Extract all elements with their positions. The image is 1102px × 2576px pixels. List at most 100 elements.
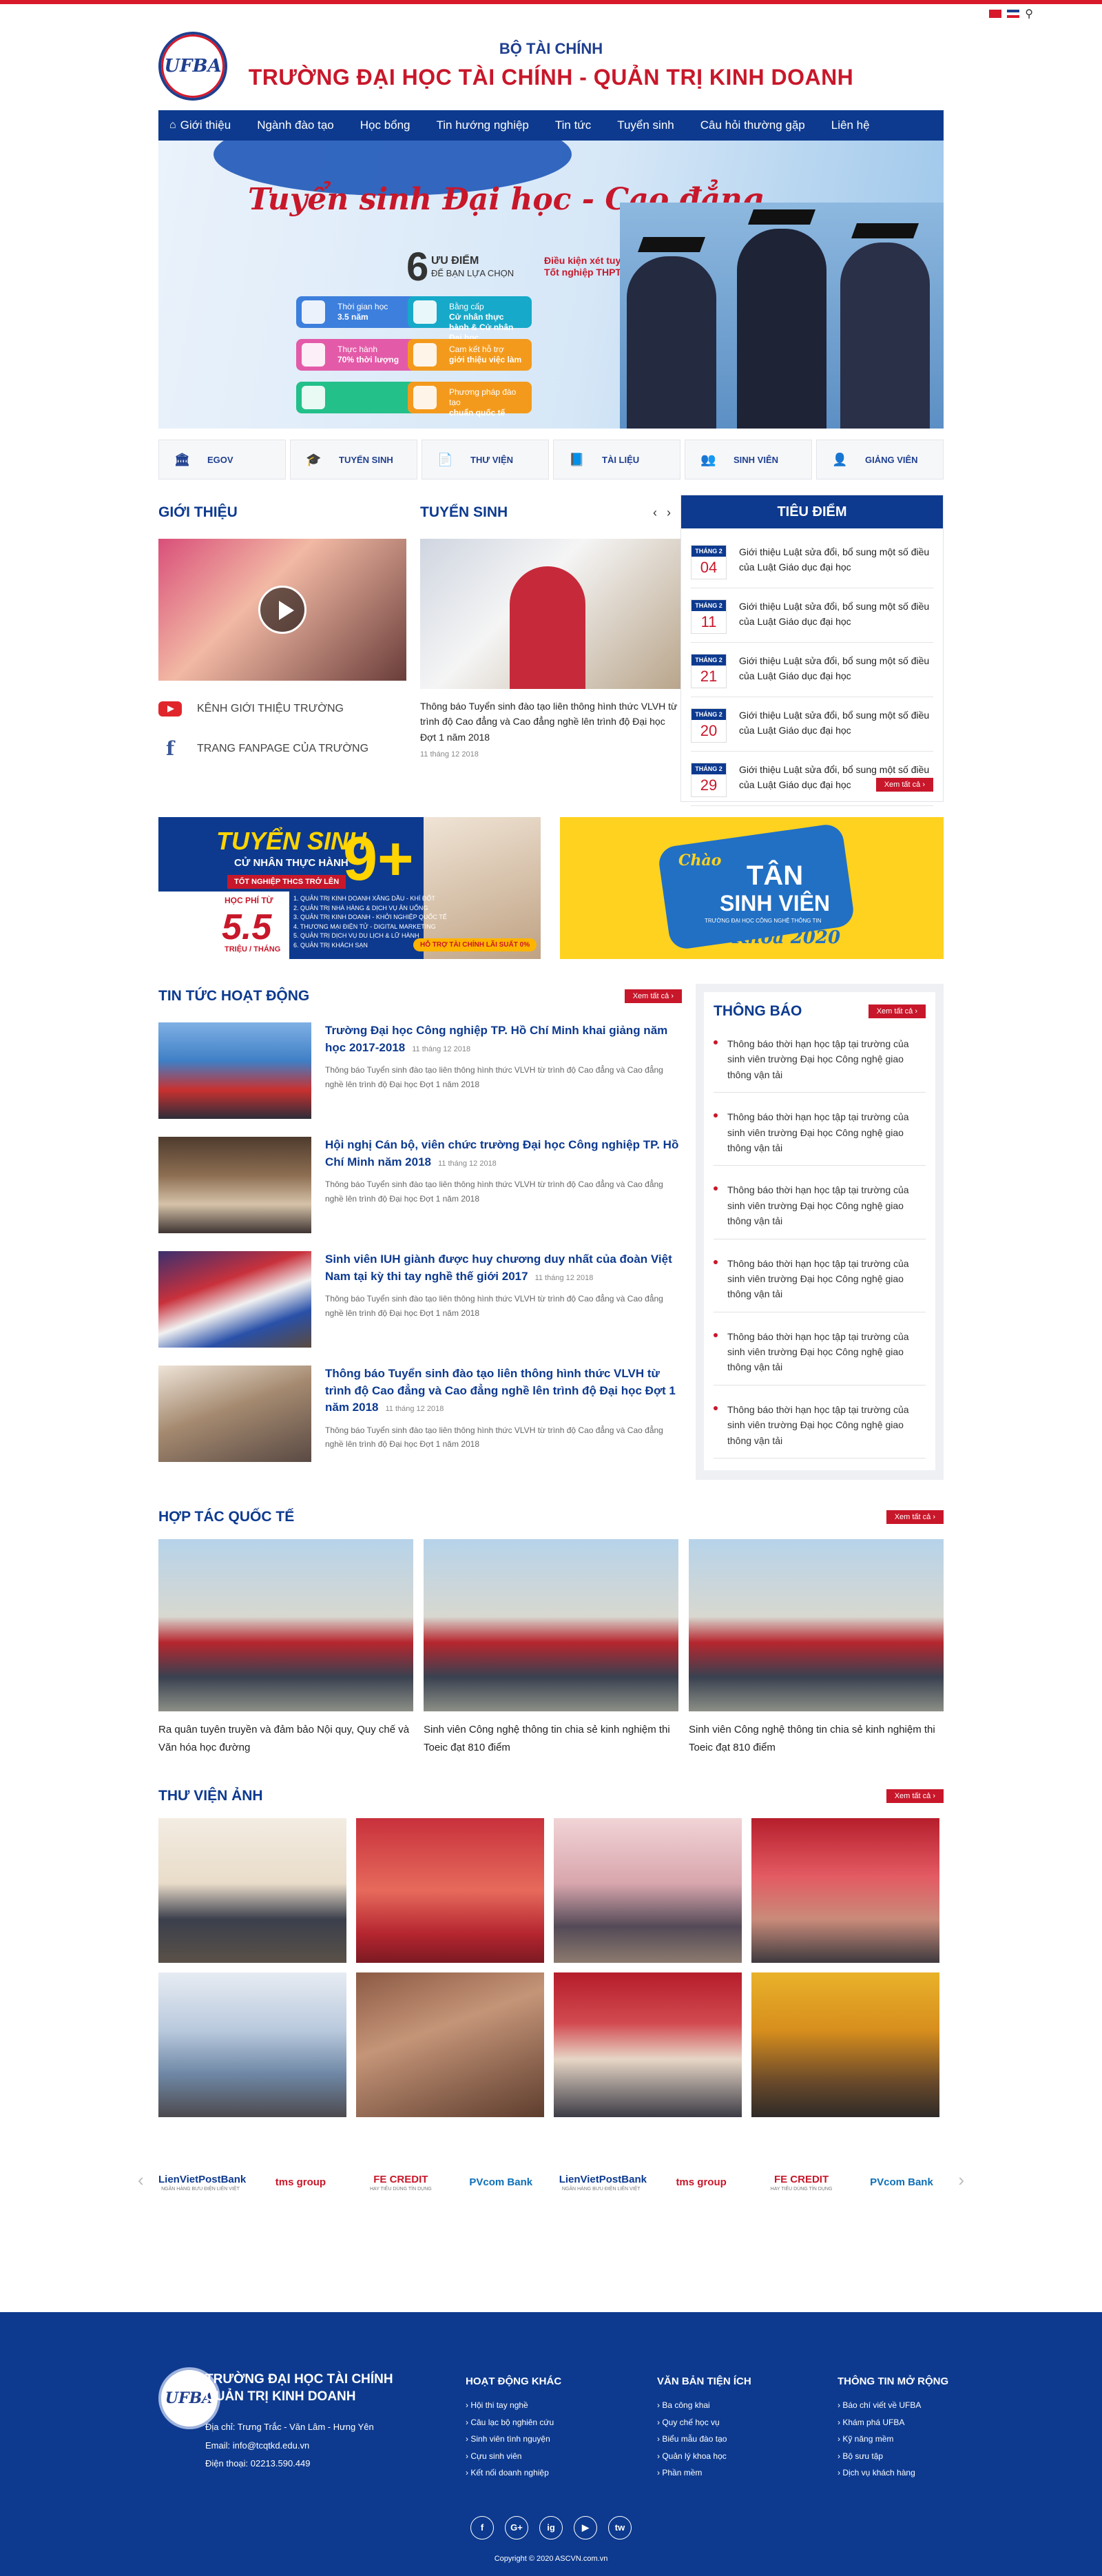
nav-item-contact[interactable]: Liên hệ [831,119,870,132]
instagram-icon[interactable]: ig [539,2516,563,2539]
search-icon[interactable]: ⚲ [1025,7,1033,21]
footer-link[interactable]: Bộ sưu tập [838,2448,948,2465]
partner-logo[interactable]: PVcom Bank [459,2176,543,2189]
partner-logo[interactable]: FE CREDIT HAY TIÊU DÙNG TÍN DỤNG [760,2174,844,2192]
chevron-right-icon[interactable]: › [667,506,680,519]
footer-link[interactable]: Ba công khai [657,2397,751,2414]
twitter-icon[interactable]: tw [608,2516,632,2539]
partner-logo[interactable]: PVcom Bank [860,2176,944,2189]
partner-logo[interactable]: tms group [659,2176,743,2189]
english-flag-icon[interactable] [1007,10,1020,18]
footer-link[interactable]: Hội thi tay nghề [466,2397,561,2414]
announcement-item[interactable]: Thông báo thời hạn học tập tại trường củ… [714,1093,926,1166]
news-item[interactable]: Trường Đại học Công nghiệp TP. Hồ Chí Mi… [158,1022,682,1119]
quick-link-students[interactable]: 👥 SINH VIÊN [685,440,812,480]
coop-item[interactable]: Sinh viên Công nghệ thông tin chia sẻ ki… [689,1539,944,1756]
youtube-channel-link[interactable]: KÊNH GIỚI THIỆU TRƯỜNG [158,701,406,717]
gallery-photo[interactable] [554,1818,742,1963]
focus-item[interactable]: THÁNG 2 11 Giới thiệu Luật sửa đổi, bổ sun… [691,588,933,643]
news-item-title[interactable]: Thông báo Tuyển sinh đào tạo liên thông … [325,1366,682,1416]
coop-caption[interactable]: Ra quân tuyên truyền và đảm bảo Nội quy,… [158,1721,413,1756]
coop-photo[interactable] [424,1539,678,1711]
partner-logo[interactable]: LienVietPostBank NGÂN HÀNG BƯU ĐIỆN LIÊN … [559,2174,647,2192]
quick-link-egov[interactable]: 🏛 EGOV [158,440,286,480]
nav-item-admission[interactable]: Tuyển sinh [617,119,674,132]
gallery-photo[interactable] [356,1972,544,2117]
footer-link[interactable]: Biểu mẫu đào tạo [657,2431,751,2448]
vietnam-flag-icon[interactable] [989,10,1002,18]
nav-item-intro[interactable]: ⌂ Giới thiệu [169,119,231,132]
footer-link[interactable]: Câu lạc bộ nghiên cứu [466,2414,561,2431]
news-thumbnail[interactable] [158,1366,311,1462]
gallery-photo[interactable] [751,1972,939,2117]
news-item[interactable]: Hội nghị Cán bộ, viên chức trường Đại họ… [158,1137,682,1233]
footer-link[interactable]: Dịch vụ khách hàng [838,2464,948,2482]
chevron-left-icon[interactable]: ‹ [653,506,667,519]
footer-link[interactable]: Cựu sinh viên [466,2448,561,2465]
announcement-item[interactable]: Thông báo thời hạn học tập tại trường củ… [714,1166,926,1239]
partner-logo[interactable]: tms group [258,2176,342,2189]
news-item-title[interactable]: Sinh viên IUH giành được huy chương duy … [325,1251,682,1285]
coop-item[interactable]: Sinh viên Công nghệ thông tin chia sẻ ki… [424,1539,678,1756]
nav-item-news[interactable]: Tin tức [555,119,591,132]
gallery-photo[interactable] [356,1818,544,1963]
coop-photo[interactable] [689,1539,944,1711]
news-see-all-button[interactable]: Xem tất cả › [624,989,682,1003]
admission-promo-banner[interactable]: TUYỂN SINH CỬ NHÂN THỰC HÀNH TỐT NGHIỆP … [158,817,541,959]
news-item-title[interactable]: Hội nghị Cán bộ, viên chức trường Đại họ… [325,1137,682,1171]
fanpage-link[interactable]: f TRANG FANPAGE CỦA TRƯỜNG [158,737,406,760]
coop-caption[interactable]: Sinh viên Công nghệ thông tin chia sẻ ki… [424,1721,678,1756]
news-thumbnail[interactable] [158,1022,311,1119]
announcements-see-all-button[interactable]: Xem tất cả › [868,1004,926,1018]
announcement-item[interactable]: Thông báo thời hạn học tập tại trường củ… [714,1020,926,1093]
footer-link[interactable]: Quy chế học vụ [657,2414,751,2431]
gallery-photo[interactable] [751,1818,939,1963]
announcement-item[interactable]: Thông báo thời hạn học tập tại trường củ… [714,1385,926,1459]
chevron-right-icon[interactable]: › [958,2170,964,2191]
coop-photo[interactable] [158,1539,413,1711]
quick-link-lecturers[interactable]: 👤 GIẢNG VIÊN [816,440,944,480]
news-thumbnail[interactable] [158,1251,311,1348]
gallery-photo[interactable] [158,1818,346,1963]
quick-link-documents[interactable]: 📘 TÀI LIỆU [553,440,680,480]
footer-link[interactable]: Khám phá UFBA [838,2414,948,2431]
partner-logo[interactable]: LienVietPostBank NGÂN HÀNG BƯU ĐIỆN LIÊN … [158,2174,246,2192]
focus-item[interactable]: THÁNG 2 04 Giới thiệu Luật sửa đổi, bổ sun… [691,534,933,588]
youtube-icon[interactable]: ▶ [574,2516,597,2539]
coop-caption[interactable]: Sinh viên Công nghệ thông tin chia sẻ ki… [689,1721,944,1756]
coop-item[interactable]: Ra quân tuyên truyền và đảm bảo Nội quy,… [158,1539,413,1756]
focus-item[interactable]: THÁNG 2 21 Giới thiệu Luật sửa đổi, bổ sun… [691,643,933,697]
partner-logo[interactable]: FE CREDIT HAY TIÊU DÙNG TÍN DỤNG [359,2174,443,2192]
news-item[interactable]: Thông báo Tuyển sinh đào tạo liên thông … [158,1366,682,1462]
footer-link[interactable]: Báo chí viết về UFBA [838,2397,948,2414]
news-item-title[interactable]: Trường Đại học Công nghiệp TP. Hồ Chí Mi… [325,1022,682,1056]
google-plus-icon[interactable]: G+ [505,2516,528,2539]
announcement-item[interactable]: Thông báo thời hạn học tập tại trường củ… [714,1312,926,1385]
focus-item[interactable]: THÁNG 2 20 Giới thiệu Luật sửa đổi, bổ sun… [691,697,933,752]
play-icon[interactable] [258,586,306,634]
hero-banner[interactable]: Tuyển sinh Đại học - Cao đẳng 6 ƯU ĐIỂM Đ… [158,141,944,429]
focus-see-all-button[interactable]: Xem tất cả › [875,778,933,792]
admission-headline[interactable]: Thông báo Tuyển sinh đào tạo liên thông … [420,699,680,745]
footer-link[interactable]: Kết nối doanh nghiệp [466,2464,561,2482]
quick-link-library[interactable]: 📄 THƯ VIỆN [422,440,549,480]
announcement-item[interactable]: Thông báo thời hạn học tập tại trường củ… [714,1239,926,1312]
news-item[interactable]: Sinh viên IUH giành được huy chương duy … [158,1251,682,1348]
footer-link[interactable]: Quản lý khoa học [657,2448,751,2465]
gallery-see-all-button[interactable]: Xem tất cả › [886,1789,944,1803]
coop-see-all-button[interactable]: Xem tất cả › [886,1510,944,1524]
nav-item-faq[interactable]: Câu hỏi thường gặp [700,119,805,132]
nav-item-scholarships[interactable]: Học bổng [360,119,410,132]
quick-link-admission[interactable]: 🎓 TUYỂN SINH [290,440,417,480]
footer-link[interactable]: Kỹ năng mềm [838,2431,948,2448]
gallery-photo[interactable] [554,1972,742,2117]
news-thumbnail[interactable] [158,1137,311,1233]
admission-image[interactable] [420,539,680,689]
footer-email[interactable]: Email: info@tcqtkd.edu.vn [205,2437,374,2455]
chevron-left-icon[interactable]: ‹ [138,2170,144,2191]
nav-item-career[interactable]: Tin hướng nghiệp [437,119,529,132]
freshman-promo-banner[interactable]: Chào TÂN SINH VIÊN TRƯỜNG ĐẠI HỌC CÔNG NG… [560,817,944,959]
nav-item-programs[interactable]: Ngành đào tạo [257,119,334,132]
facebook-icon[interactable]: f [470,2516,494,2539]
gallery-photo[interactable] [158,1972,346,2117]
